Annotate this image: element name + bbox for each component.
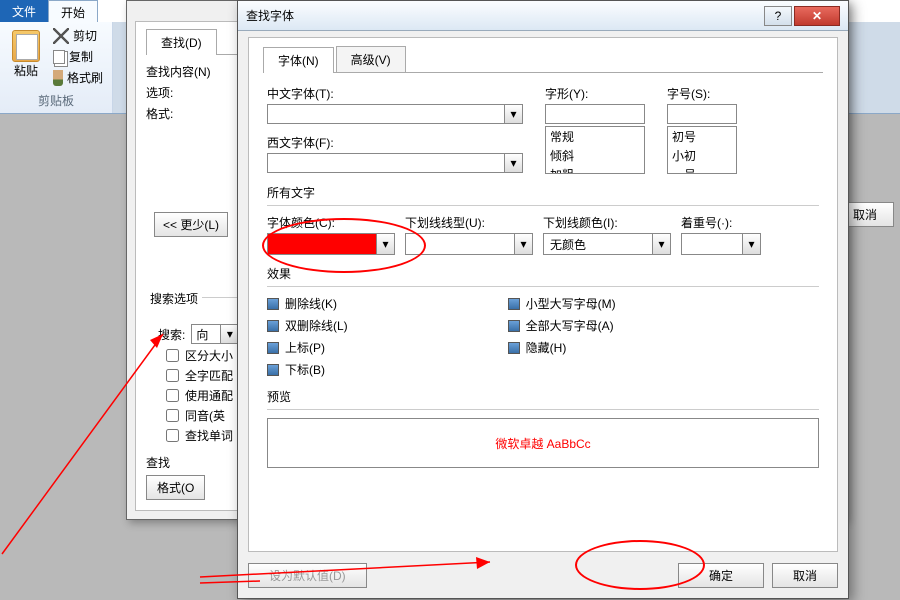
checkbox-icon (267, 320, 279, 332)
cancel-button[interactable]: 取消 (772, 563, 838, 588)
find-content-label: 查找内容(N) (146, 65, 211, 79)
brush-icon (53, 70, 63, 86)
clipboard-group-label: 剪贴板 (6, 92, 106, 109)
preview-title: 预览 (267, 388, 819, 405)
font-color-combo[interactable]: ▾ (267, 233, 395, 255)
chk-single-word[interactable] (166, 429, 179, 442)
checkbox-icon (508, 342, 520, 354)
set-default-button[interactable]: 设为默认值(D) (248, 563, 367, 588)
chk-case[interactable] (166, 349, 179, 362)
title-bar: 查找字体 ? ✕ (238, 1, 848, 31)
help-icon: ? (775, 9, 782, 23)
less-button[interactable]: << 更少(L) (154, 212, 228, 237)
copy-button[interactable]: 复制 (50, 47, 106, 66)
eff-superscript[interactable]: 上标(P) (267, 339, 348, 356)
help-button[interactable]: ? (764, 6, 792, 26)
eff-smallcaps[interactable]: 小型大写字母(M) (508, 295, 616, 312)
dialog-title: 查找字体 (246, 7, 764, 24)
emphasis-combo[interactable]: ▾ (681, 233, 761, 255)
chk-whole[interactable] (166, 369, 179, 382)
cn-font-input[interactable] (267, 104, 505, 124)
tab-file[interactable]: 文件 (0, 0, 48, 22)
size-listbox[interactable]: 初号 小初 一号 (667, 126, 737, 174)
paste-label: 粘贴 (14, 62, 38, 79)
cn-font-label: 中文字体(T): (267, 85, 523, 102)
underline-color-combo[interactable]: 无颜色 ▾ (543, 233, 671, 255)
underline-style-label: 下划线线型(U): (405, 214, 533, 231)
paste-button[interactable]: 粘贴 (6, 26, 46, 87)
chevron-down-icon[interactable]: ▾ (514, 234, 532, 254)
style-listbox[interactable]: 常规 倾斜 加粗 (545, 126, 645, 174)
search-options-title: 搜索选项 (146, 290, 202, 307)
en-font-input[interactable] (267, 153, 505, 173)
checkbox-icon (267, 342, 279, 354)
tab-start[interactable]: 开始 (48, 0, 98, 22)
search-dir-combo[interactable] (191, 324, 221, 344)
checkbox-icon (267, 298, 279, 310)
size-input[interactable] (667, 104, 737, 124)
checkbox-icon (508, 298, 520, 310)
color-swatch-red (268, 234, 376, 254)
chevron-down-icon[interactable]: ▾ (742, 234, 760, 254)
underline-style-combo[interactable]: ▾ (405, 233, 533, 255)
format-brush-button[interactable]: 格式刷 (50, 68, 106, 87)
cut-button[interactable]: 剪切 (50, 26, 106, 45)
find-options-label: 选项: (146, 86, 173, 100)
preview-box: 微软卓越 AaBbCc (267, 418, 819, 468)
close-button[interactable]: ✕ (794, 6, 840, 26)
find-tab[interactable]: 查找(D) (146, 29, 217, 55)
style-label: 字形(Y): (545, 85, 645, 102)
copy-icon (53, 50, 65, 64)
chevron-down-icon[interactable]: ▾ (652, 234, 670, 254)
effects-title: 效果 (267, 265, 819, 282)
en-font-label: 西文字体(F): (267, 134, 523, 151)
paste-icon (12, 30, 40, 62)
eff-strike[interactable]: 删除线(K) (267, 295, 348, 312)
eff-subscript[interactable]: 下标(B) (267, 361, 348, 378)
ok-button[interactable]: 确定 (678, 563, 764, 588)
eff-hidden[interactable]: 隐藏(H) (508, 339, 616, 356)
format-button[interactable]: 格式(O (146, 475, 205, 500)
chevron-down-icon[interactable]: ▾ (505, 104, 523, 124)
emphasis-label: 着重号(·): (681, 214, 761, 231)
underline-color-label: 下划线颜色(I): (543, 214, 671, 231)
checkbox-icon (508, 320, 520, 332)
size-label: 字号(S): (667, 85, 737, 102)
font-dialog: 查找字体 ? ✕ 字体(N) 高级(V) 中文字体(T): ▾ 西文字体(F):… (237, 0, 849, 599)
tab-font[interactable]: 字体(N) (263, 47, 334, 73)
font-color-label: 字体颜色(C): (267, 214, 395, 231)
style-input[interactable] (545, 104, 645, 124)
eff-double-strike[interactable]: 双删除线(L) (267, 317, 348, 334)
close-icon: ✕ (812, 9, 822, 23)
find-format-label: 格式: (146, 107, 173, 121)
eff-allcaps[interactable]: 全部大写字母(A) (508, 317, 616, 334)
all-text-title: 所有文字 (267, 184, 819, 201)
clipboard-group: 粘贴 剪切 复制 格式刷 剪贴板 (0, 22, 113, 113)
checkbox-icon (267, 364, 279, 376)
preview-text: 微软卓越 AaBbCc (495, 435, 590, 452)
chevron-down-icon[interactable]: ▾ (505, 153, 523, 173)
cut-icon (53, 28, 69, 44)
chevron-down-icon[interactable]: ▾ (376, 234, 394, 254)
tab-advanced[interactable]: 高级(V) (336, 46, 406, 72)
chk-wildcard[interactable] (166, 389, 179, 402)
chk-homophone[interactable] (166, 409, 179, 422)
search-dir-label: 搜索: (158, 326, 185, 343)
